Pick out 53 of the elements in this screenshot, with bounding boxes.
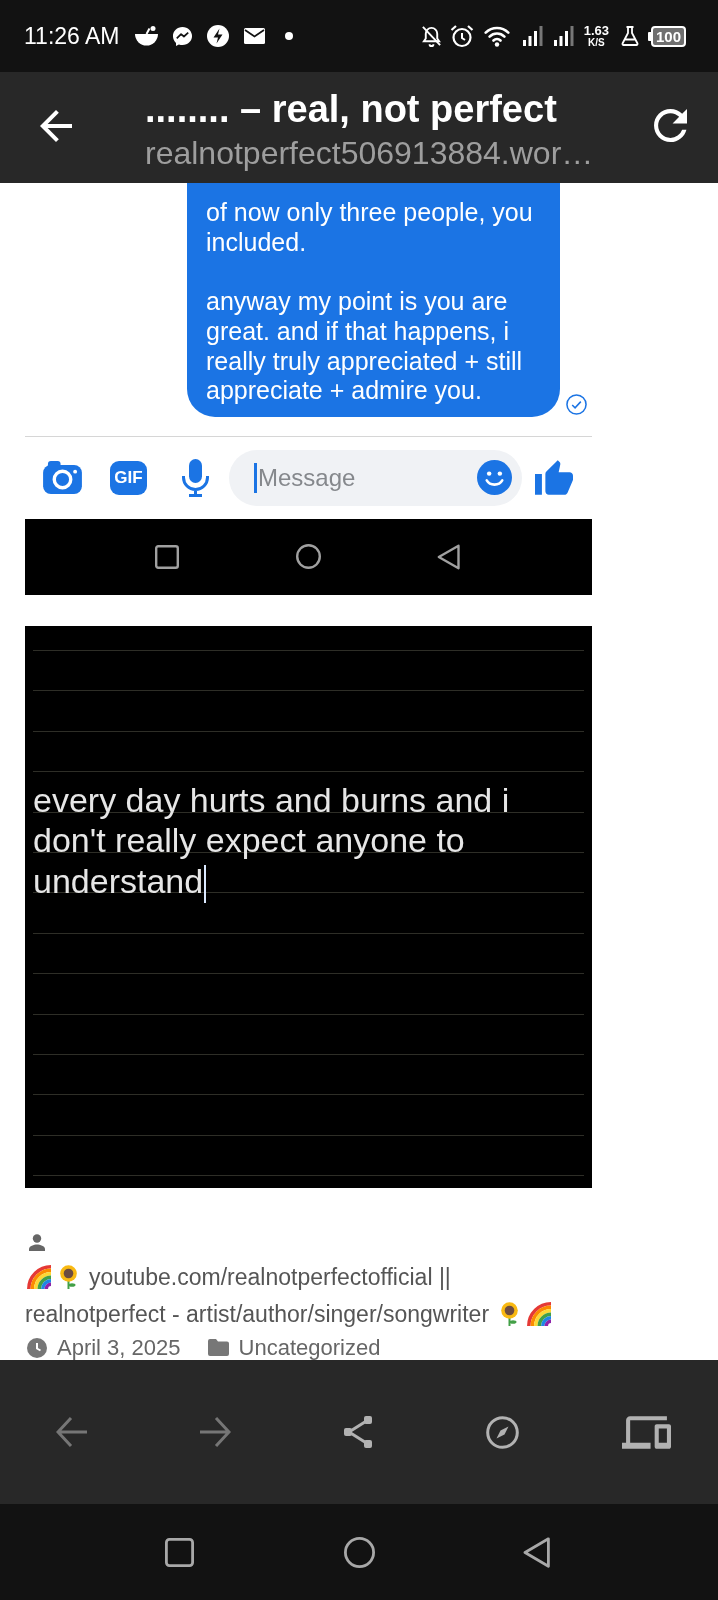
clock-icon [27, 1337, 47, 1358]
smiley-icon[interactable] [477, 460, 512, 496]
battery-indicator: 100 [647, 25, 686, 47]
folder-icon [207, 1339, 229, 1357]
bowl-icon [135, 26, 159, 46]
message-text: of now only three people, you included. [206, 198, 534, 258]
text-cursor-icon [254, 462, 257, 493]
sunflower-icon [58, 1265, 79, 1290]
circle-icon[interactable] [344, 1536, 375, 1568]
dot-icon [285, 32, 294, 40]
sunflower-icon [499, 1302, 521, 1327]
chat-bubble-icon [172, 25, 194, 47]
triangle-icon[interactable] [523, 1536, 550, 1568]
message-field[interactable]: Message [229, 449, 522, 506]
post-category[interactable]: Uncategorized [238, 1335, 381, 1360]
rainbow-icon [527, 1302, 552, 1327]
check-circle-icon [566, 393, 587, 415]
bolt-icon [207, 25, 230, 47]
rainbow-icon [27, 1265, 51, 1290]
share-icon[interactable] [344, 1416, 374, 1448]
back-arrow-icon[interactable] [40, 110, 72, 142]
laptop-phone-icon[interactable] [621, 1415, 671, 1449]
camera-icon[interactable] [43, 461, 82, 495]
net-speed: 1.63 [583, 24, 609, 37]
note-text: don't really expect anyone to [33, 820, 465, 861]
square-icon[interactable] [165, 1537, 194, 1567]
net-speed-unit: K/S [587, 37, 605, 48]
square-icon[interactable] [155, 544, 179, 569]
post-date[interactable]: April 3, 2025 [57, 1335, 181, 1360]
page-url: realnotperfect506913884.wor… [145, 134, 595, 173]
signal-icon [522, 26, 543, 46]
wifi-icon [482, 25, 511, 47]
microphone-icon[interactable] [181, 458, 210, 497]
compass-icon[interactable] [486, 1415, 520, 1449]
author-bio: realnotperfect - artist/author/singer/songwriter [25, 1300, 490, 1330]
page-title: ........ – real, not perfect [145, 87, 558, 132]
signal-icon [553, 26, 574, 46]
note-text: every day hurts and burns and i [33, 779, 510, 821]
gif-button[interactable]: GIF [110, 460, 147, 495]
mail-icon [244, 28, 266, 44]
status-time: 11:26 AM [24, 22, 120, 50]
flask-icon [620, 26, 639, 46]
thumbs-up-icon[interactable] [535, 460, 573, 496]
message-text: anyway my point is you are great. and if that happens, i really truly appreciated + still appreciate + admire you. [206, 287, 524, 406]
note-text: understand [33, 860, 204, 902]
bell-off-icon [420, 24, 442, 48]
triangle-icon[interactable] [437, 543, 460, 570]
text-cursor-icon [204, 864, 207, 903]
refresh-icon[interactable] [654, 109, 687, 142]
alarm-clock-icon [449, 24, 474, 48]
circle-icon[interactable] [296, 544, 321, 570]
person-icon [29, 1233, 45, 1251]
author-bio: youtube.com/realnotperfectofficial || [89, 1263, 451, 1293]
